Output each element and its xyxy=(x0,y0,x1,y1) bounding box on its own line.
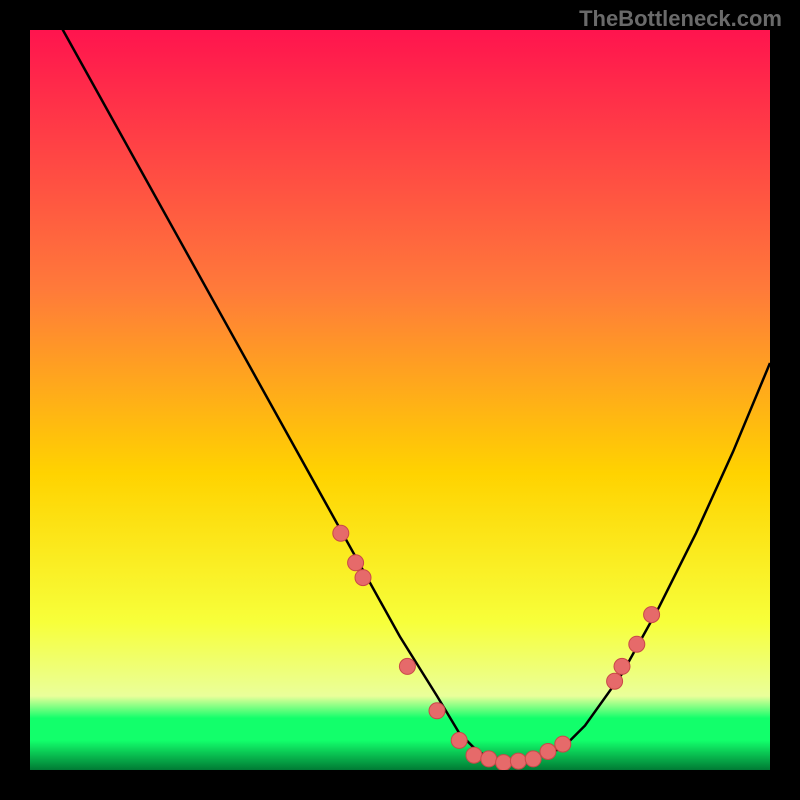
data-marker xyxy=(466,747,482,763)
data-marker xyxy=(614,658,630,674)
bottleneck-chart xyxy=(30,30,770,770)
gradient-background xyxy=(30,30,770,770)
data-marker xyxy=(644,607,660,623)
data-marker xyxy=(481,751,497,767)
data-marker xyxy=(540,744,556,760)
chart-frame xyxy=(30,30,770,770)
data-marker xyxy=(355,570,371,586)
data-marker xyxy=(629,636,645,652)
data-marker xyxy=(555,736,571,752)
watermark-text: TheBottleneck.com xyxy=(579,6,782,32)
data-marker xyxy=(429,703,445,719)
data-marker xyxy=(525,751,541,767)
data-marker xyxy=(496,755,512,770)
data-marker xyxy=(333,525,349,541)
data-marker xyxy=(510,753,526,769)
data-marker xyxy=(451,732,467,748)
data-marker xyxy=(607,673,623,689)
data-marker xyxy=(348,555,364,571)
data-marker xyxy=(399,658,415,674)
